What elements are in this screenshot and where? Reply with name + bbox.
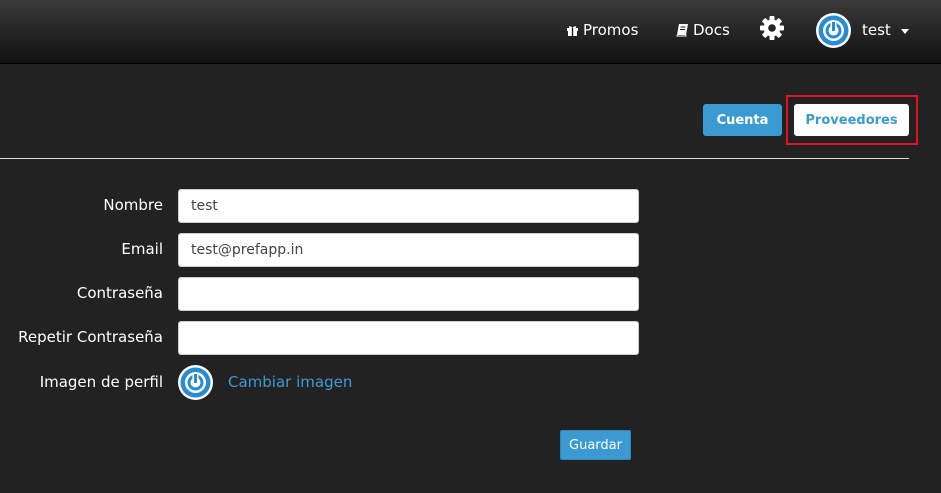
profile-image-label: Imagen de perfil xyxy=(39,373,163,391)
nav-docs-link[interactable]: Docs xyxy=(676,0,730,60)
nav-docs-label: Docs xyxy=(693,21,730,39)
gift-icon xyxy=(566,24,579,37)
power-icon xyxy=(180,367,211,398)
nav-promos-link[interactable]: Promos xyxy=(566,0,638,60)
change-image-link[interactable]: Cambiar imagen xyxy=(228,373,352,391)
nav-promos-label: Promos xyxy=(583,21,639,39)
repeat-password-label: Repetir Contraseña xyxy=(18,328,163,346)
save-button[interactable]: Guardar xyxy=(560,430,631,460)
nombre-label: Nombre xyxy=(103,196,163,214)
user-menu[interactable]: test xyxy=(816,0,909,60)
divider xyxy=(0,158,909,159)
email-input[interactable] xyxy=(178,233,639,267)
profile-avatar xyxy=(178,365,213,400)
settings-button[interactable] xyxy=(758,0,786,60)
nombre-input[interactable] xyxy=(178,189,639,223)
gear-icon xyxy=(758,14,786,46)
proveedores-tab-button[interactable]: Proveedores xyxy=(794,104,909,136)
cuenta-tab-button[interactable]: Cuenta xyxy=(703,104,782,136)
password-input[interactable] xyxy=(178,277,639,311)
repeat-password-input[interactable] xyxy=(178,321,639,355)
power-icon xyxy=(818,15,849,45)
book-icon xyxy=(676,23,689,37)
avatar xyxy=(816,12,851,48)
caret-down-icon xyxy=(900,28,909,34)
email-label: Email xyxy=(121,240,163,258)
user-name: test xyxy=(862,21,891,39)
password-label: Contraseña xyxy=(76,284,163,302)
top-navbar: Promos Docs test xyxy=(0,0,941,64)
